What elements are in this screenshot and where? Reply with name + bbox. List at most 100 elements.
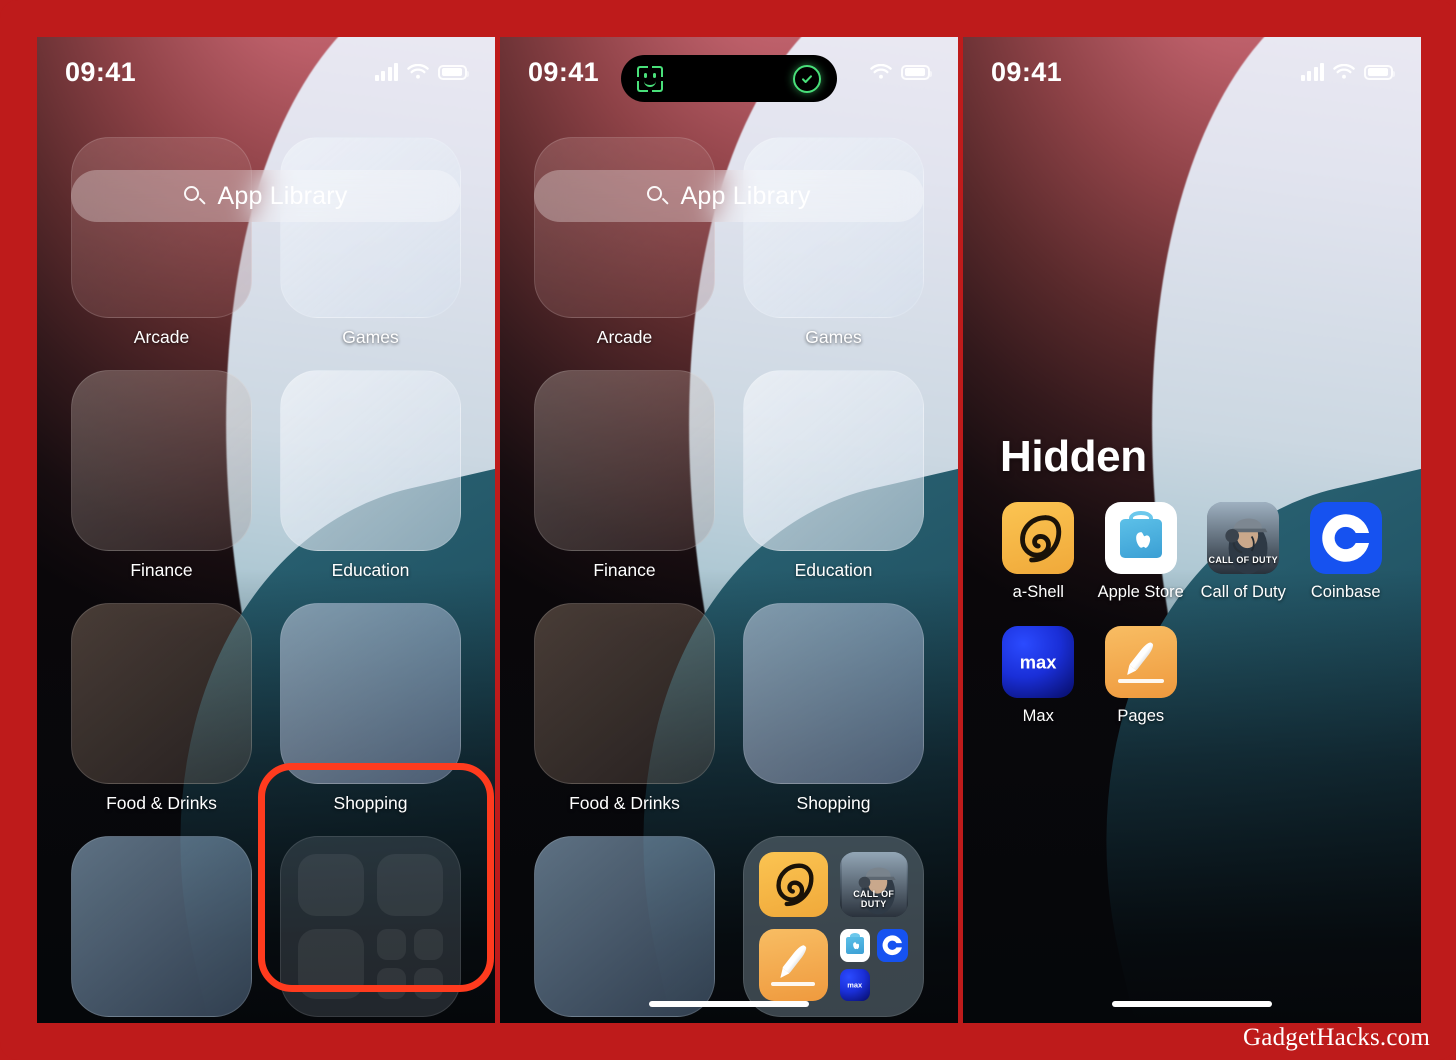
- category-label: Arcade: [596, 327, 653, 347]
- apple-store-icon: [839, 929, 871, 962]
- battery-icon: [438, 64, 469, 80]
- folder-preview-hidden-locked: [280, 836, 461, 1017]
- folder-preview-arcade: [71, 137, 252, 318]
- cod-wordmark: CALL OF DUTY: [853, 888, 895, 909]
- category-arcade[interactable]: Arcade: [534, 137, 715, 348]
- folder-app-coinbase[interactable]: [877, 929, 908, 962]
- category-other[interactable]: Other: [71, 836, 252, 1023]
- app-item-max[interactable]: max Max: [987, 626, 1090, 726]
- svg-text:max: max: [1020, 651, 1058, 672]
- folder-app-call-of-duty[interactable]: CALL OF DUTY: [839, 852, 908, 917]
- cellular-bars-icon: [374, 63, 398, 81]
- folder-app-apple-store[interactable]: [839, 929, 871, 962]
- call-of-duty-icon: CALL OF DUTY: [1207, 502, 1280, 574]
- status-indicators: [1300, 63, 1395, 81]
- category-education[interactable]: Education: [280, 370, 461, 581]
- home-indicator[interactable]: [1112, 1001, 1272, 1007]
- folder-preview-arcade: [534, 137, 715, 318]
- status-bar: 09:41: [37, 37, 495, 99]
- app-library-search-bar[interactable]: App Library: [534, 170, 924, 222]
- folder-app-max[interactable]: max: [839, 968, 871, 1001]
- apple-store-icon: [1104, 502, 1177, 574]
- app-label: Coinbase: [1310, 583, 1381, 601]
- category-shopping[interactable]: Shopping: [280, 603, 461, 814]
- app-item-coinbase[interactable]: Coinbase: [1295, 502, 1398, 602]
- page-title: Hidden: [1000, 432, 1147, 481]
- app-item-apple-store[interactable]: Apple Store: [1090, 502, 1193, 602]
- app-label: a-Shell: [1012, 583, 1064, 601]
- category-games[interactable]: Games: [280, 137, 461, 348]
- search-label: App Library: [217, 181, 348, 210]
- category-label: Food & Drinks: [106, 793, 217, 813]
- max-icon: max: [1002, 626, 1075, 698]
- category-label: Finance: [130, 560, 193, 580]
- cod-wordmark: CALL OF DUTY: [1208, 554, 1278, 565]
- ashell-icon: [1002, 502, 1075, 574]
- placeholder-quad: [377, 929, 443, 999]
- folder-empty-slot: [877, 969, 908, 1002]
- home-indicator[interactable]: [649, 1001, 809, 1007]
- category-label: Education: [794, 560, 873, 580]
- folder-preview-shopping: [280, 603, 461, 784]
- folder-preview-other: [71, 836, 252, 1017]
- category-hidden[interactable]: CALL OF DUTY max: [743, 836, 924, 1023]
- category-other[interactable]: Other: [534, 836, 715, 1023]
- category-grid: Arcade Games Finance Education Food & Dr…: [37, 137, 495, 1023]
- pages-icon: [1104, 626, 1177, 698]
- category-label: Shopping: [796, 793, 871, 813]
- app-label: Call of Duty: [1200, 583, 1286, 601]
- category-education[interactable]: Education: [743, 370, 924, 581]
- category-label: Arcade: [133, 327, 190, 347]
- call-of-duty-icon: CALL OF DUTY: [839, 852, 908, 917]
- folder-preview-food-and-drinks: [534, 603, 715, 784]
- pages-icon: [759, 929, 828, 1001]
- coinbase-icon: [1309, 502, 1382, 574]
- placeholder-tile: [377, 968, 406, 999]
- svg-text:max: max: [847, 980, 863, 989]
- folder-app-ashell[interactable]: [759, 852, 828, 917]
- search-icon: [184, 185, 205, 207]
- folder-preview-education: [743, 370, 924, 551]
- folder-preview-food-and-drinks: [71, 603, 252, 784]
- app-library-search-bar[interactable]: App Library: [71, 170, 461, 222]
- status-bar: 09:41: [963, 37, 1421, 99]
- battery-icon: [1364, 64, 1395, 80]
- folder-preview-shopping: [743, 603, 924, 784]
- status-time: 09:41: [528, 56, 600, 87]
- folder-preview-finance: [71, 370, 252, 551]
- wifi-icon: [407, 63, 429, 79]
- app-item-pages[interactable]: Pages: [1090, 626, 1193, 726]
- screenshot-panel-row: 09:41 App Library Arcade Games Finance E…: [37, 37, 1421, 1023]
- category-shopping[interactable]: Shopping: [743, 603, 924, 814]
- checkmark-circle-icon: [793, 64, 821, 93]
- folder-app-pages[interactable]: [759, 929, 828, 1001]
- app-slot-empty: [1295, 626, 1398, 726]
- phone-panel-app-library-unlocked: 09:41 App Library Arcade Games Finance E…: [500, 37, 958, 1023]
- app-item-call-of-duty[interactable]: CALL OF DUTY Call of Duty: [1192, 502, 1295, 602]
- search-icon: [647, 185, 668, 207]
- category-label: Games: [805, 327, 862, 347]
- phone-panel-app-library-locked: 09:41 App Library Arcade Games Finance E…: [37, 37, 495, 1023]
- category-label: Games: [342, 327, 399, 347]
- placeholder-tile: [377, 854, 443, 916]
- folder-preview-hidden-unlocked: CALL OF DUTY max: [743, 836, 924, 1017]
- phone-panel-hidden-page: 09:41 Hidden a-Shell Apple Store CALL OF…: [963, 37, 1421, 1023]
- category-arcade[interactable]: Arcade: [71, 137, 252, 348]
- category-label: Food & Drinks: [569, 793, 680, 813]
- category-label: Finance: [593, 560, 656, 580]
- placeholder-tile: [414, 968, 443, 999]
- cellular-bars-icon: [1300, 63, 1324, 81]
- category-food-and-drinks[interactable]: Food & Drinks: [71, 603, 252, 814]
- category-food-and-drinks[interactable]: Food & Drinks: [534, 603, 715, 814]
- category-finance[interactable]: Finance: [534, 370, 715, 581]
- placeholder-tile: [298, 854, 364, 916]
- placeholder-tile: [414, 929, 443, 960]
- category-finance[interactable]: Finance: [71, 370, 252, 581]
- app-label: Pages: [1117, 707, 1165, 725]
- folder-preview-education: [280, 370, 461, 551]
- max-icon: max: [839, 968, 871, 1001]
- category-hidden[interactable]: Hidden: [280, 836, 461, 1023]
- app-item-ashell[interactable]: a-Shell: [987, 502, 1090, 602]
- folder-preview-finance: [534, 370, 715, 551]
- category-games[interactable]: Games: [743, 137, 924, 348]
